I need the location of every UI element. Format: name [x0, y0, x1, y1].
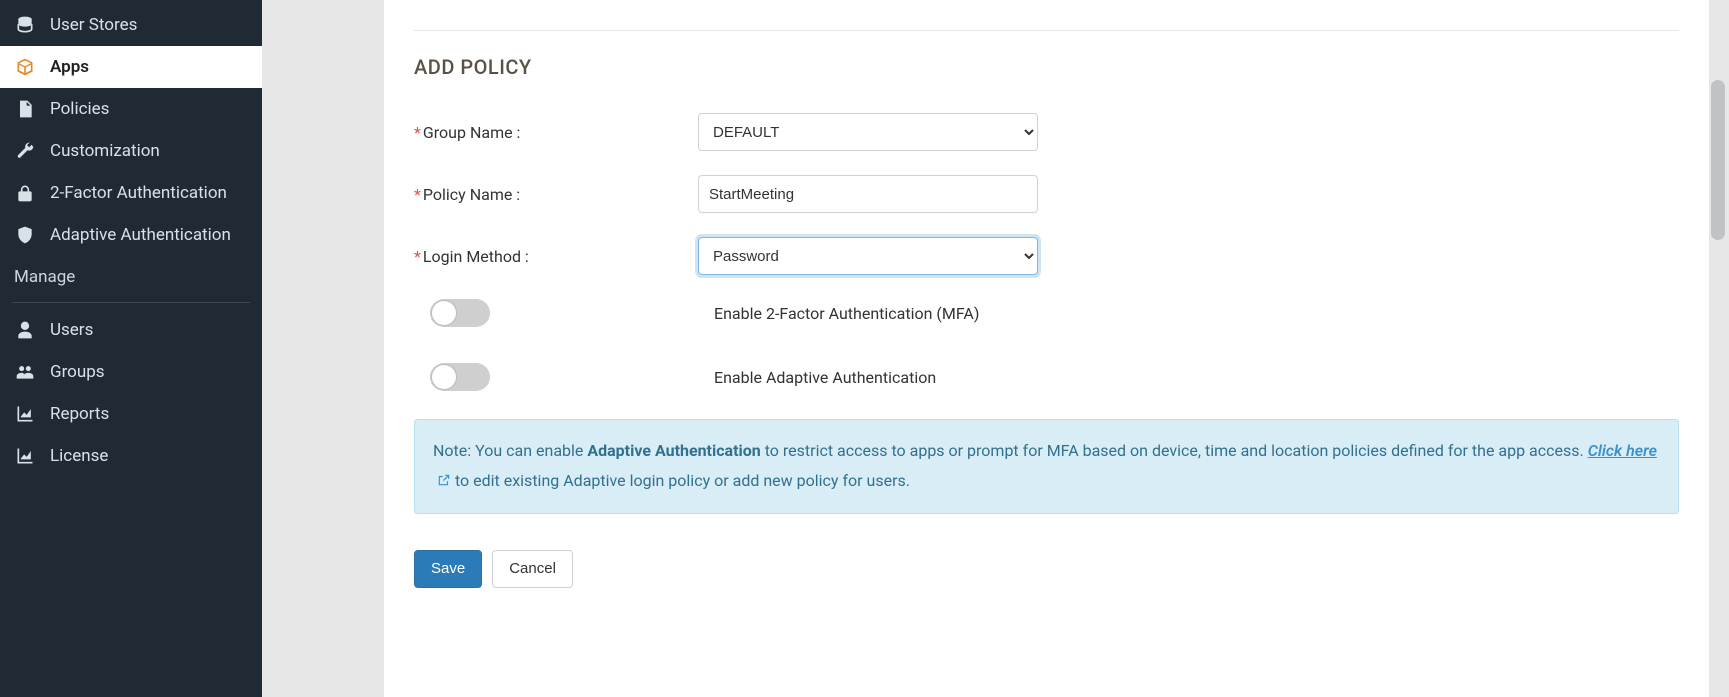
label-mfa: Enable 2-Factor Authentication (MFA) — [714, 304, 979, 323]
sidebar-item-license[interactable]: License — [0, 435, 262, 477]
sidebar-item-policies[interactable]: Policies — [0, 88, 262, 130]
wrench-icon — [14, 141, 36, 161]
sidebar-item-label: Apps — [50, 57, 89, 77]
document-icon — [14, 99, 36, 119]
note-suffix: to edit existing Adaptive login policy o… — [451, 471, 910, 490]
row-login-method: *Login Method : Password — [414, 237, 1679, 275]
label-policy-name: *Policy Name : — [414, 185, 698, 204]
label-login-method: *Login Method : — [414, 247, 698, 266]
note-bold: Adaptive Authentication — [587, 441, 760, 460]
form-add-policy: *Group Name : DEFAULT *Policy Name : *Lo… — [414, 113, 1679, 391]
sidebar-item-adaptive-auth[interactable]: Adaptive Authentication — [0, 214, 262, 256]
toggle-mfa[interactable] — [430, 299, 490, 327]
toggle-adaptive[interactable] — [430, 363, 490, 391]
separator — [414, 30, 1679, 31]
sidebar-item-apps[interactable]: Apps — [0, 46, 262, 88]
scrollbar-thumb[interactable] — [1711, 80, 1725, 240]
input-policy-name[interactable] — [698, 175, 1038, 213]
sidebar-item-label: Reports — [50, 404, 109, 424]
content: ADD POLICY *Group Name : DEFAULT *Policy… — [262, 0, 1729, 697]
sidebar-item-customization[interactable]: Customization — [0, 130, 262, 172]
row-policy-name: *Policy Name : — [414, 175, 1679, 213]
label-text: Group Name : — [423, 123, 521, 142]
user-icon — [14, 320, 36, 340]
sidebar-item-2fa[interactable]: 2-Factor Authentication — [0, 172, 262, 214]
sidebar: User Stores Apps Policies Customization — [0, 0, 262, 697]
external-link-icon — [437, 467, 451, 481]
select-login-method[interactable]: Password — [698, 237, 1038, 275]
label-text: Policy Name : — [423, 185, 520, 204]
save-button[interactable]: Save — [414, 550, 482, 588]
sidebar-section-manage: Manage — [0, 256, 262, 298]
page-title: ADD POLICY — [414, 55, 1679, 79]
info-note: Note: You can enable Adaptive Authentica… — [414, 419, 1679, 514]
link-click-here[interactable]: Click here — [1588, 441, 1657, 460]
sidebar-item-groups[interactable]: Groups — [0, 351, 262, 393]
note-prefix: Note: You can enable — [433, 441, 587, 460]
sidebar-item-reports[interactable]: Reports — [0, 393, 262, 435]
sidebar-item-label: License — [50, 446, 108, 466]
row-mfa-toggle: Enable 2-Factor Authentication (MFA) — [414, 299, 1679, 327]
chart-icon — [14, 446, 36, 466]
sidebar-item-label: Groups — [50, 362, 105, 382]
scrollbar-vertical[interactable] — [1711, 0, 1725, 697]
note-middle: to restrict access to apps or prompt for… — [761, 441, 1588, 460]
sidebar-item-label: Adaptive Authentication — [50, 225, 231, 245]
sidebar-item-label: Policies — [50, 99, 109, 119]
row-group-name: *Group Name : DEFAULT — [414, 113, 1679, 151]
chart-icon — [14, 404, 36, 424]
box-icon — [14, 57, 36, 77]
cancel-button[interactable]: Cancel — [492, 550, 573, 588]
sidebar-item-label: User Stores — [50, 15, 137, 35]
sidebar-divider — [12, 302, 250, 303]
lock-icon — [14, 183, 36, 203]
sidebar-item-users[interactable]: Users — [0, 309, 262, 351]
sidebar-item-label: Users — [50, 320, 93, 340]
row-adaptive-toggle: Enable Adaptive Authentication — [414, 363, 1679, 391]
group-icon — [14, 362, 36, 382]
button-row: Save Cancel — [414, 550, 1679, 588]
sidebar-item-label: Customization — [50, 141, 160, 161]
database-icon — [14, 15, 36, 35]
shield-icon — [14, 225, 36, 245]
label-adaptive: Enable Adaptive Authentication — [714, 368, 936, 387]
panel-add-policy: ADD POLICY *Group Name : DEFAULT *Policy… — [384, 0, 1709, 697]
label-text: Login Method : — [423, 247, 529, 266]
sidebar-item-label: 2-Factor Authentication — [50, 183, 227, 203]
label-group-name: *Group Name : — [414, 123, 698, 142]
select-group-name[interactable]: DEFAULT — [698, 113, 1038, 151]
sidebar-item-user-stores[interactable]: User Stores — [0, 4, 262, 46]
